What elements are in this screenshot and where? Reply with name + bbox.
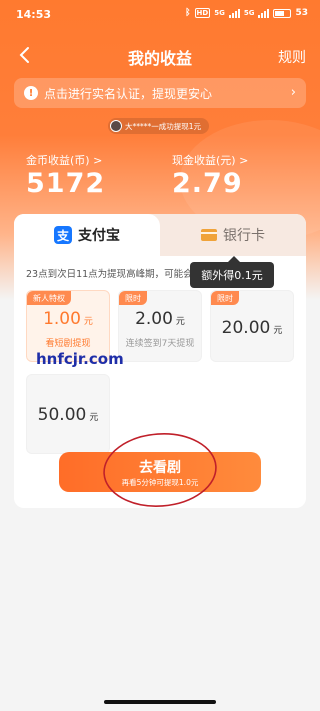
annotation-circle xyxy=(103,433,217,507)
